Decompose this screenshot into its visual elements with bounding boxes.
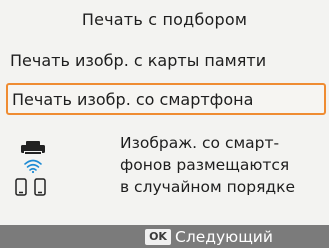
page-title: Печать с подбором — [81, 10, 248, 29]
wifi-icon — [24, 159, 42, 174]
printer-icon — [21, 141, 45, 154]
footer-bar: OK Следующий — [0, 225, 329, 248]
smartphones-icon — [15, 178, 46, 196]
ok-key-badge[interactable]: OK — [145, 229, 171, 245]
menu-item-label: Печать изобр. со смартфона — [12, 90, 254, 109]
illustration-icons — [12, 140, 56, 204]
icon-stack — [15, 141, 46, 196]
screen: Печать с подбором Печать изобр. с карты … — [0, 0, 329, 248]
next-label: Следующий — [175, 228, 273, 246]
menu-item-memory-card[interactable]: Печать изобр. с карты памяти — [6, 47, 306, 75]
description-text: Изображ. со смарт- фонов размещаются в с… — [120, 134, 296, 196]
menu-item-smartphone[interactable]: Печать изобр. со смартфона — [6, 83, 326, 115]
menu-item-label: Печать изобр. с карты памяти — [10, 51, 267, 70]
